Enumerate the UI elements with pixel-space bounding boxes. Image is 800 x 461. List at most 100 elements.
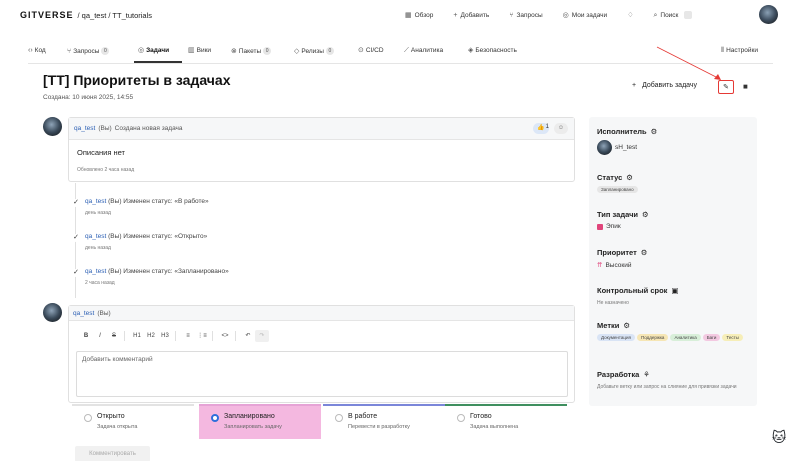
tab-packages[interactable]: ⊗ Пакеты 0 (231, 47, 272, 55)
add-task-button[interactable]: + Добавить задачу (632, 82, 697, 89)
tab-settings[interactable]: ⦀ Настройки (721, 47, 758, 54)
label-tag[interactable]: Аналитика (670, 334, 701, 341)
check-icon: ✓ (72, 234, 80, 242)
bullet-list-button[interactable]: ≡ (181, 330, 195, 342)
add-reaction-button[interactable]: ☺ (554, 123, 568, 134)
editor-toolbar: B I S H1 H2 H3 ≡ ⋮≡ <> ↶ ↷ (79, 330, 269, 342)
label-tag[interactable]: Тесты (722, 334, 743, 341)
logo[interactable]: GITVERSE (20, 10, 74, 20)
comment-header: qa_test (Вы) Создана новая задача (69, 118, 574, 140)
check-icon: ✓ (72, 269, 80, 277)
tab-releases[interactable]: ◇ Релизы 0 (294, 47, 334, 55)
radio-done[interactable] (457, 414, 465, 422)
radio-in-progress[interactable] (335, 414, 343, 422)
issue-sidebar: Исполнитель ⚙ sH_test Статус ⚙ Запланирова… (589, 117, 757, 406)
nav-search[interactable]: ⌕ Поиск (653, 11, 693, 19)
status-selector: Открыто Задача открыта Запланировано Зап… (72, 404, 567, 439)
assignee-section: Исполнитель ⚙ sH_test (597, 127, 657, 155)
bold-button[interactable]: B (79, 330, 93, 342)
comment-author[interactable]: qa_test (74, 125, 95, 132)
tab-issues[interactable]: ◎ Задачи (138, 47, 169, 54)
label-list: Документация Поддержка Аналитика Баги Те… (597, 334, 747, 341)
numbered-list-button[interactable]: ⋮≡ (195, 330, 209, 342)
emoji-icon: ☺ (557, 125, 565, 131)
code-button[interactable]: <> (218, 330, 232, 342)
nav-add[interactable]: + Добавить (453, 12, 489, 19)
labels-section: Метки ⚙ Документация Поддержка Аналитика … (597, 321, 747, 341)
editor-avatar[interactable] (43, 303, 62, 322)
thumbs-up-icon: 👍 (537, 125, 545, 131)
nav-overview[interactable]: ▦ Обзор (405, 12, 433, 19)
tab-code[interactable]: ‹› Код (28, 47, 46, 54)
package-icon: ⊗ (231, 47, 237, 55)
status-open[interactable]: Открыто Задача открыта (72, 404, 194, 439)
settings-icon[interactable]: ⚙ (641, 248, 648, 257)
status-done[interactable]: Готово Задача выполнена (445, 404, 567, 439)
tab-wiki[interactable]: ▥ Вики (188, 47, 211, 54)
comment-action: Создана новая задача (114, 125, 183, 132)
priority-high-icon: ⇈ (597, 262, 603, 269)
calendar-icon[interactable]: ▣ (671, 286, 678, 295)
merge-icon: ⑂ (67, 47, 72, 55)
label-tag[interactable]: Баги (702, 334, 721, 341)
tab-cicd[interactable]: ⊙ CI/CD (358, 47, 384, 54)
h2-button[interactable]: H2 (144, 330, 158, 342)
radio-planned[interactable] (211, 414, 219, 422)
comment-editor: qa_test (Вы) B I S H1 H2 H3 ≡ ⋮≡ <> ↶ ↷ … (68, 305, 575, 403)
settings-icon[interactable]: ⚙ (642, 210, 649, 219)
delete-button[interactable]: ■ (743, 82, 748, 91)
submit-comment-button[interactable]: Комментировать (75, 446, 150, 461)
plus-icon: + (632, 82, 637, 89)
priority-section: Приоритет ⚙ ⇈ Высокий (597, 248, 648, 269)
label-tag[interactable]: Поддержка (636, 334, 669, 341)
branch-icon[interactable]: ⚘ (643, 370, 650, 379)
comment-edited: Обновлено 2 часа назад (77, 167, 135, 173)
merge-icon: ⑂ (509, 11, 514, 19)
breadcrumb[interactable]: / qa_test / TT_tutorials (78, 11, 152, 20)
status-in-progress[interactable]: В работе Перевести в разработку (323, 404, 445, 439)
top-nav: ▦ Обзор + Добавить ⑂ Запросы ◎ Мои задачи ♢ … (405, 0, 712, 30)
comment-body: Описания нет (77, 148, 125, 157)
settings-icon[interactable]: ⚙ (626, 173, 633, 182)
assignee-avatar (597, 140, 612, 155)
helper-mascot-icon[interactable]: 🐱 (768, 426, 790, 448)
code-icon: ‹› (28, 47, 33, 54)
assignee-name[interactable]: sH_test (615, 144, 637, 151)
comment-avatar[interactable] (43, 117, 62, 136)
nav-my-tasks[interactable]: ◎ Мои задачи (563, 12, 608, 19)
settings-icon[interactable]: ⚙ (651, 127, 658, 136)
user-avatar[interactable] (759, 5, 778, 24)
search-icon: ⌕ (653, 11, 658, 19)
trash-icon: ■ (743, 82, 748, 91)
redo-button[interactable]: ↷ (255, 330, 269, 342)
comment-card: qa_test (Вы) Создана новая задача 👍 1 ☺ … (68, 117, 575, 182)
status-planned[interactable]: Запланировано Запланировать задачу (199, 404, 321, 439)
strike-button[interactable]: S (107, 330, 121, 342)
cicd-icon: ⊙ (358, 47, 364, 54)
target-icon: ◎ (138, 47, 145, 54)
comment-input[interactable]: Добавить комментарий (76, 351, 568, 397)
editor-header: qa_test (Вы) (69, 306, 574, 321)
target-icon: ◎ (562, 11, 569, 19)
search-shortcut (684, 11, 693, 19)
italic-button[interactable]: I (93, 330, 107, 342)
tab-security[interactable]: ◈ Безопасность (468, 47, 517, 54)
label-tag[interactable]: Документация (597, 334, 635, 341)
chart-icon: ⟋ (404, 47, 409, 54)
nav-requests[interactable]: ⑂ Запросы (509, 12, 542, 19)
tab-analytics[interactable]: ⟋ Аналитика (404, 47, 443, 54)
epic-icon (597, 223, 603, 230)
development-section: Разработка ⚘ Добавьте ветку или запрос на… (597, 370, 737, 390)
type-section: Тип задачи ⚙ Эпик (597, 210, 649, 230)
h1-button[interactable]: H1 (130, 330, 144, 342)
nav-notifications[interactable]: ♢ (627, 12, 633, 19)
radio-open[interactable] (84, 414, 92, 422)
book-icon: ▥ (188, 47, 195, 54)
undo-button[interactable]: ↶ (241, 330, 255, 342)
h3-button[interactable]: H3 (158, 330, 172, 342)
status-badge: Запланировано (597, 186, 638, 193)
settings-icon[interactable]: ⚙ (623, 321, 630, 330)
page-title: [TT] Приоритеты в задачах (43, 72, 231, 88)
tab-requests[interactable]: ⑂ Запросы 0 (67, 47, 110, 55)
annotation-arrow (656, 46, 721, 80)
